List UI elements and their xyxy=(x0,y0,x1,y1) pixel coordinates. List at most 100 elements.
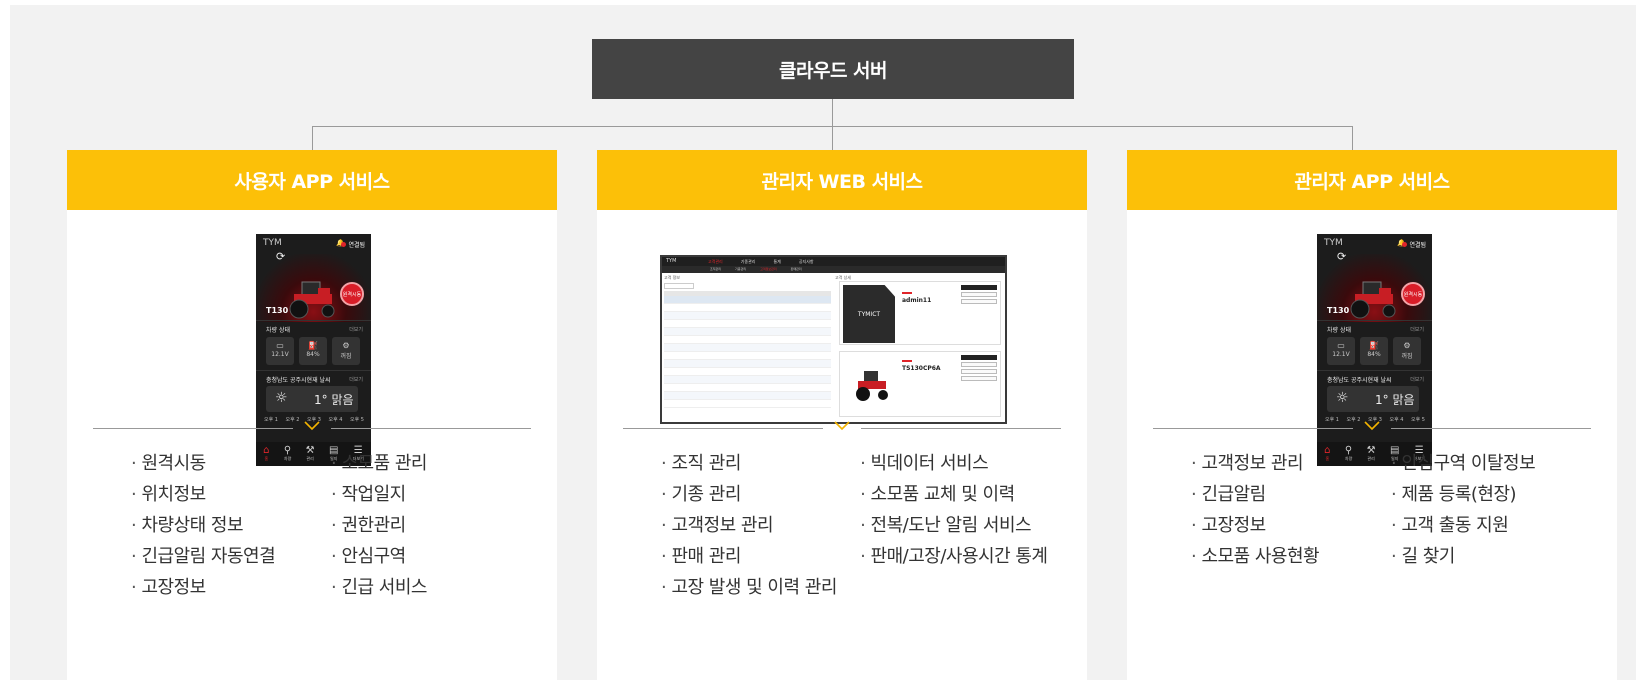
divider-line xyxy=(93,428,293,429)
action-button xyxy=(961,362,997,367)
vehicle-status-section xyxy=(1317,320,1432,321)
battery-value: 12.1V xyxy=(271,351,289,358)
customer-detail-pane: 고객 상세 TYMICT admin11 TS130CP6A xyxy=(835,275,1003,422)
more-link: 더보기 xyxy=(349,377,363,383)
table-row xyxy=(664,384,831,392)
weather-section xyxy=(256,370,371,371)
web-menu: 고객관리 기종관리 통계 공지사항 xyxy=(708,259,814,265)
accent-bar xyxy=(902,292,912,294)
feature-list-left: 원격시동 위치정보 차량상태 정보 긴급알림 자동연결 고장정보 xyxy=(131,448,331,603)
sun-icon: ☼ xyxy=(1336,390,1349,406)
customer-list-pane: 고객 정보 xyxy=(664,275,831,422)
chevron-down-icon xyxy=(1364,421,1380,431)
accent-bar xyxy=(902,360,912,362)
feature-item: 제품 등록(현장) xyxy=(1391,479,1591,510)
feature-item: 긴급 서비스 xyxy=(331,572,531,603)
remote-start-button: 원격시동 xyxy=(340,282,364,306)
admin-web-service-column: 관리자 WEB 서비스 TYM 고객관리 기종관리 통계 공지사항 조직관리 기… xyxy=(597,150,1087,680)
engine-icon: ⚙ xyxy=(1403,341,1411,350)
cloud-server-label: 클라우드 서버 xyxy=(779,59,888,82)
feature-item: 소모품 교체 및 이력 xyxy=(860,479,1061,510)
web-submenu-item: 기종관리 xyxy=(735,267,747,271)
action-button xyxy=(961,376,997,381)
feature-item: 빅데이터 서비스 xyxy=(860,448,1061,479)
engine-value: 꺼짐 xyxy=(340,353,352,360)
tym-logo: TYM xyxy=(666,258,677,264)
feature-list-right: 소모품 관리 작업일지 권한관리 안심구역 긴급 서비스 xyxy=(331,448,531,603)
app-topbar: TYM 🔔 연결됨 xyxy=(256,236,371,252)
account-card: TYMICT admin11 xyxy=(839,281,1001,345)
search-input xyxy=(664,283,694,289)
engine-stat: ⚙ 꺼짐 xyxy=(1393,337,1421,365)
table-row xyxy=(664,344,831,352)
engine-icon: ⚙ xyxy=(342,341,350,350)
feature-item: 길 찾기 xyxy=(1391,541,1591,572)
feature-item: 고장정보 xyxy=(131,572,331,603)
table-row xyxy=(664,360,831,368)
connection-status: 연결됨 xyxy=(1402,240,1426,249)
section-divider xyxy=(1153,419,1591,437)
weather-value: 1° 맑음 xyxy=(1375,393,1415,407)
web-submenu-item: 조직관리 xyxy=(710,267,722,271)
feature-item: 위치정보 xyxy=(131,479,331,510)
fuel-value: 84% xyxy=(1367,351,1381,358)
table-row xyxy=(664,312,831,320)
weather-title: 충청남도 공주시현재 날씨 xyxy=(1327,377,1392,384)
feature-item: 안심구역 이탈정보 xyxy=(1391,448,1591,479)
action-button xyxy=(961,285,997,290)
vehicle-status-title: 차량 상태 xyxy=(1327,327,1351,334)
weather-card: ☼ 1° 맑음 xyxy=(266,386,358,412)
list-title: 고객 정보 xyxy=(664,275,680,280)
web-submenu-item: 판매관리 xyxy=(790,267,802,271)
more-link: 더보기 xyxy=(1410,377,1424,383)
feature-item: 작업일지 xyxy=(331,479,531,510)
feature-item: 소모품 사용현황 xyxy=(1191,541,1391,572)
table-row xyxy=(664,336,831,344)
fuel-icon: ⛽ xyxy=(1369,341,1379,350)
table-row xyxy=(664,400,831,408)
action-button xyxy=(961,299,997,304)
tractor-image xyxy=(1350,281,1396,319)
account-info: admin11 xyxy=(902,292,931,304)
vehicle-status-section xyxy=(256,320,371,321)
vehicle-model: T130 xyxy=(1327,306,1350,315)
column-header: 사용자 APP 서비스 xyxy=(67,150,557,210)
machine-info: TS130CP6A xyxy=(902,360,941,372)
table-body xyxy=(664,296,831,408)
sun-icon: ☼ xyxy=(275,390,288,406)
feature-item: 기종 관리 xyxy=(661,479,860,510)
action-buttons xyxy=(961,355,997,383)
feature-item: 안심구역 xyxy=(331,541,531,572)
machine-model: TS130CP6A xyxy=(902,365,941,372)
weather-card: ☼ 1° 맑음 xyxy=(1327,386,1419,412)
connector-line xyxy=(312,126,313,150)
engine-stat: ⚙ 꺼짐 xyxy=(332,337,360,365)
fuel-stat: ⛽ 84% xyxy=(299,337,327,365)
action-button xyxy=(961,355,997,360)
section-divider xyxy=(623,419,1061,437)
engine-value: 꺼짐 xyxy=(1401,353,1413,360)
connector-line xyxy=(1352,126,1353,150)
feature-item: 고장정보 xyxy=(1191,510,1391,541)
fuel-value: 84% xyxy=(306,351,320,358)
web-menu-item: 통계 xyxy=(773,259,781,264)
web-submenu-item: 고객정보관리 xyxy=(760,267,777,271)
divider-line xyxy=(331,428,531,429)
table-row xyxy=(664,392,831,400)
table-row xyxy=(664,352,831,360)
divider-line xyxy=(861,428,1061,429)
feature-item: 차량상태 정보 xyxy=(131,510,331,541)
table-row xyxy=(664,376,831,384)
weather-title: 충청남도 공주시현재 날씨 xyxy=(266,377,331,384)
divider-line xyxy=(1153,428,1353,429)
more-link: 더보기 xyxy=(349,327,363,333)
battery-stat: ▭ 12.1V xyxy=(1327,337,1355,365)
fuel-stat: ⛽ 84% xyxy=(1360,337,1388,365)
battery-stat: ▭ 12.1V xyxy=(266,337,294,365)
column-header: 관리자 APP 서비스 xyxy=(1127,150,1617,210)
weather-section xyxy=(1317,370,1432,371)
remote-start-button: 원격시동 xyxy=(1401,282,1425,306)
battery-icon: ▭ xyxy=(1337,341,1345,350)
web-menu-item: 고객관리 xyxy=(708,259,723,264)
tym-logo: TYM xyxy=(263,238,282,248)
